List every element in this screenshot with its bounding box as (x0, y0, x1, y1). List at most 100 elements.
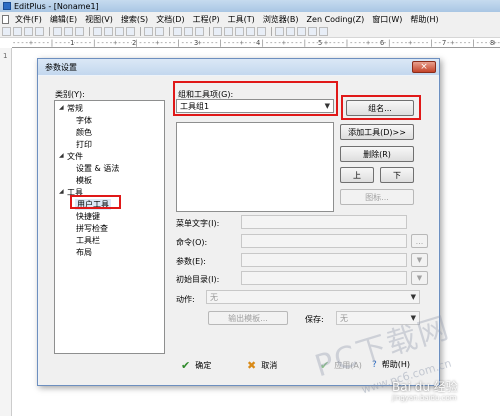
menu-file[interactable]: 文件(F) (11, 14, 46, 25)
tree-item-spellcheck[interactable]: 拼写检查 (76, 223, 108, 234)
init-dir-label: 初始目录(I): (176, 275, 220, 284)
highlight-box-user-tools (70, 195, 121, 209)
open-file-icon[interactable] (13, 27, 22, 36)
spellcheck-icon[interactable] (75, 27, 84, 36)
menu-text-label: 菜单文字(I): (176, 219, 220, 228)
tree-item-font[interactable]: 字体 (76, 115, 92, 126)
icon-button[interactable]: 图标... (340, 189, 414, 205)
menu-search[interactable]: 搜索(S) (117, 14, 152, 25)
ruler-mark-1: 1 (70, 39, 75, 47)
dropdown-arrow-icon[interactable]: ▼ (411, 314, 416, 322)
tree-item-file[interactable]: 文件 (67, 151, 83, 162)
add-tool-button[interactable]: 添加工具(D)>> (340, 124, 414, 140)
init-dir-dropdown-button[interactable]: ▼ (411, 271, 428, 285)
paste-icon[interactable] (115, 27, 124, 36)
redo-icon[interactable] (155, 27, 164, 36)
action-select[interactable]: 无 ▼ (206, 290, 420, 304)
print-preview-icon[interactable] (64, 27, 73, 36)
apply-label: 应用(A) (334, 361, 362, 370)
baidu-jingyan-logo: Bai du 经验 (392, 380, 458, 394)
toolbar-separator (169, 27, 170, 36)
cliptext-icon[interactable] (297, 27, 306, 36)
preferences-icon[interactable] (319, 27, 328, 36)
close-button[interactable]: × (412, 61, 436, 73)
save-select[interactable]: 无 ▼ (336, 311, 420, 325)
argument-input[interactable] (241, 253, 407, 267)
highlight-box-group-name (341, 95, 421, 120)
word-wrap-icon[interactable] (213, 27, 222, 36)
cancel-label: 取消 (261, 361, 278, 370)
save-all-icon[interactable] (35, 27, 44, 36)
cut-icon[interactable] (93, 27, 102, 36)
action-value: 无 (210, 292, 218, 302)
help-label: 帮助(H) (381, 360, 411, 369)
line-number: 1 (3, 52, 8, 60)
tree-item-layout[interactable]: 布局 (76, 247, 92, 258)
menu-edit[interactable]: 编辑(E) (46, 14, 81, 25)
apply-button[interactable]: ✔ 应用(A) (320, 359, 362, 372)
delete-button[interactable]: 删除(R) (340, 146, 414, 162)
move-up-button[interactable]: 上 (340, 167, 374, 183)
browser-icon[interactable] (246, 27, 255, 36)
cancel-button[interactable]: ✖ 取消 (247, 359, 277, 372)
ok-button[interactable]: ✔ 确定 (181, 359, 211, 372)
ruler-icon[interactable] (224, 27, 233, 36)
help-button[interactable]: ? 帮助(H) (372, 359, 410, 370)
menu-window[interactable]: 窗口(W) (368, 14, 406, 25)
tool-list[interactable] (176, 122, 334, 212)
tree-item-template[interactable]: 模板 (76, 175, 92, 186)
category-tree[interactable]: ◢ 常规 字体 颜色 打印 ◢ 文件 设置 & 语法 模板 ◢ 工具 用户工具 … (54, 100, 165, 354)
copy-icon[interactable] (104, 27, 113, 36)
expand-icon[interactable]: ◢ (59, 104, 64, 111)
undo-icon[interactable] (144, 27, 153, 36)
output-template-button[interactable]: 输出模板... (208, 311, 288, 325)
goto-icon[interactable] (195, 27, 204, 36)
line-number-icon[interactable] (235, 27, 244, 36)
menu-tools[interactable]: 工具(T) (224, 14, 259, 25)
browse-command-button[interactable]: ... (411, 234, 428, 248)
tree-item-toolbar[interactable]: 工具栏 (76, 235, 100, 246)
tree-item-shortcut[interactable]: 快捷键 (76, 211, 100, 222)
baidu-jingyan-url: jingyan.baidu.com (392, 394, 457, 402)
find-icon[interactable] (173, 27, 182, 36)
argument-label: 参数(E): (176, 257, 206, 266)
tree-item-settings-syntax[interactable]: 设置 & 语法 (76, 163, 119, 174)
dropdown-arrow-icon[interactable]: ▼ (411, 293, 416, 301)
dialog-titlebar: 参数设置 (38, 59, 439, 75)
tree-item-general[interactable]: 常规 (67, 103, 83, 114)
category-label: 类别(Y): (55, 90, 85, 99)
menu-help[interactable]: 帮助(H) (406, 14, 442, 25)
replace-icon[interactable] (184, 27, 193, 36)
save-icon[interactable] (24, 27, 33, 36)
menu-text-input[interactable] (241, 215, 407, 229)
new-file-icon[interactable] (2, 27, 11, 36)
editplus-app-icon (3, 2, 11, 10)
tree-item-print[interactable]: 打印 (76, 139, 92, 150)
check-icon[interactable] (257, 27, 266, 36)
menubar: 文件(F) 编辑(E) 视图(V) 搜索(S) 文档(D) 工程(P) 工具(T… (0, 12, 500, 26)
move-down-button[interactable]: 下 (380, 167, 414, 183)
split-window-icon[interactable] (275, 27, 284, 36)
expand-icon[interactable]: ◢ (59, 188, 64, 195)
menu-zen-coding[interactable]: Zen Coding(Z) (303, 15, 369, 24)
expand-icon[interactable]: ◢ (59, 152, 64, 159)
argument-dropdown-button[interactable]: ▼ (411, 253, 428, 267)
menu-project[interactable]: 工程(P) (189, 14, 224, 25)
full-screen-icon[interactable] (286, 27, 295, 36)
highlight-box-group (173, 81, 338, 116)
init-dir-input[interactable] (241, 271, 407, 285)
save-value: 无 (340, 313, 348, 323)
menu-document[interactable]: 文档(D) (152, 14, 188, 25)
print-icon[interactable] (53, 27, 62, 36)
toolbar (0, 26, 500, 38)
ruler-mark-2: 2 (132, 39, 137, 47)
ruler-mark-8: 8 (490, 39, 495, 47)
ruler-mark-4: 4 (256, 39, 261, 47)
command-input[interactable] (241, 234, 407, 248)
delete-icon[interactable] (126, 27, 135, 36)
directory-icon[interactable] (308, 27, 317, 36)
tree-item-color[interactable]: 颜色 (76, 127, 92, 138)
dialog-title: 参数设置 (45, 62, 77, 72)
menu-browser[interactable]: 浏览器(B) (259, 14, 303, 25)
menu-view[interactable]: 视图(V) (81, 14, 117, 25)
